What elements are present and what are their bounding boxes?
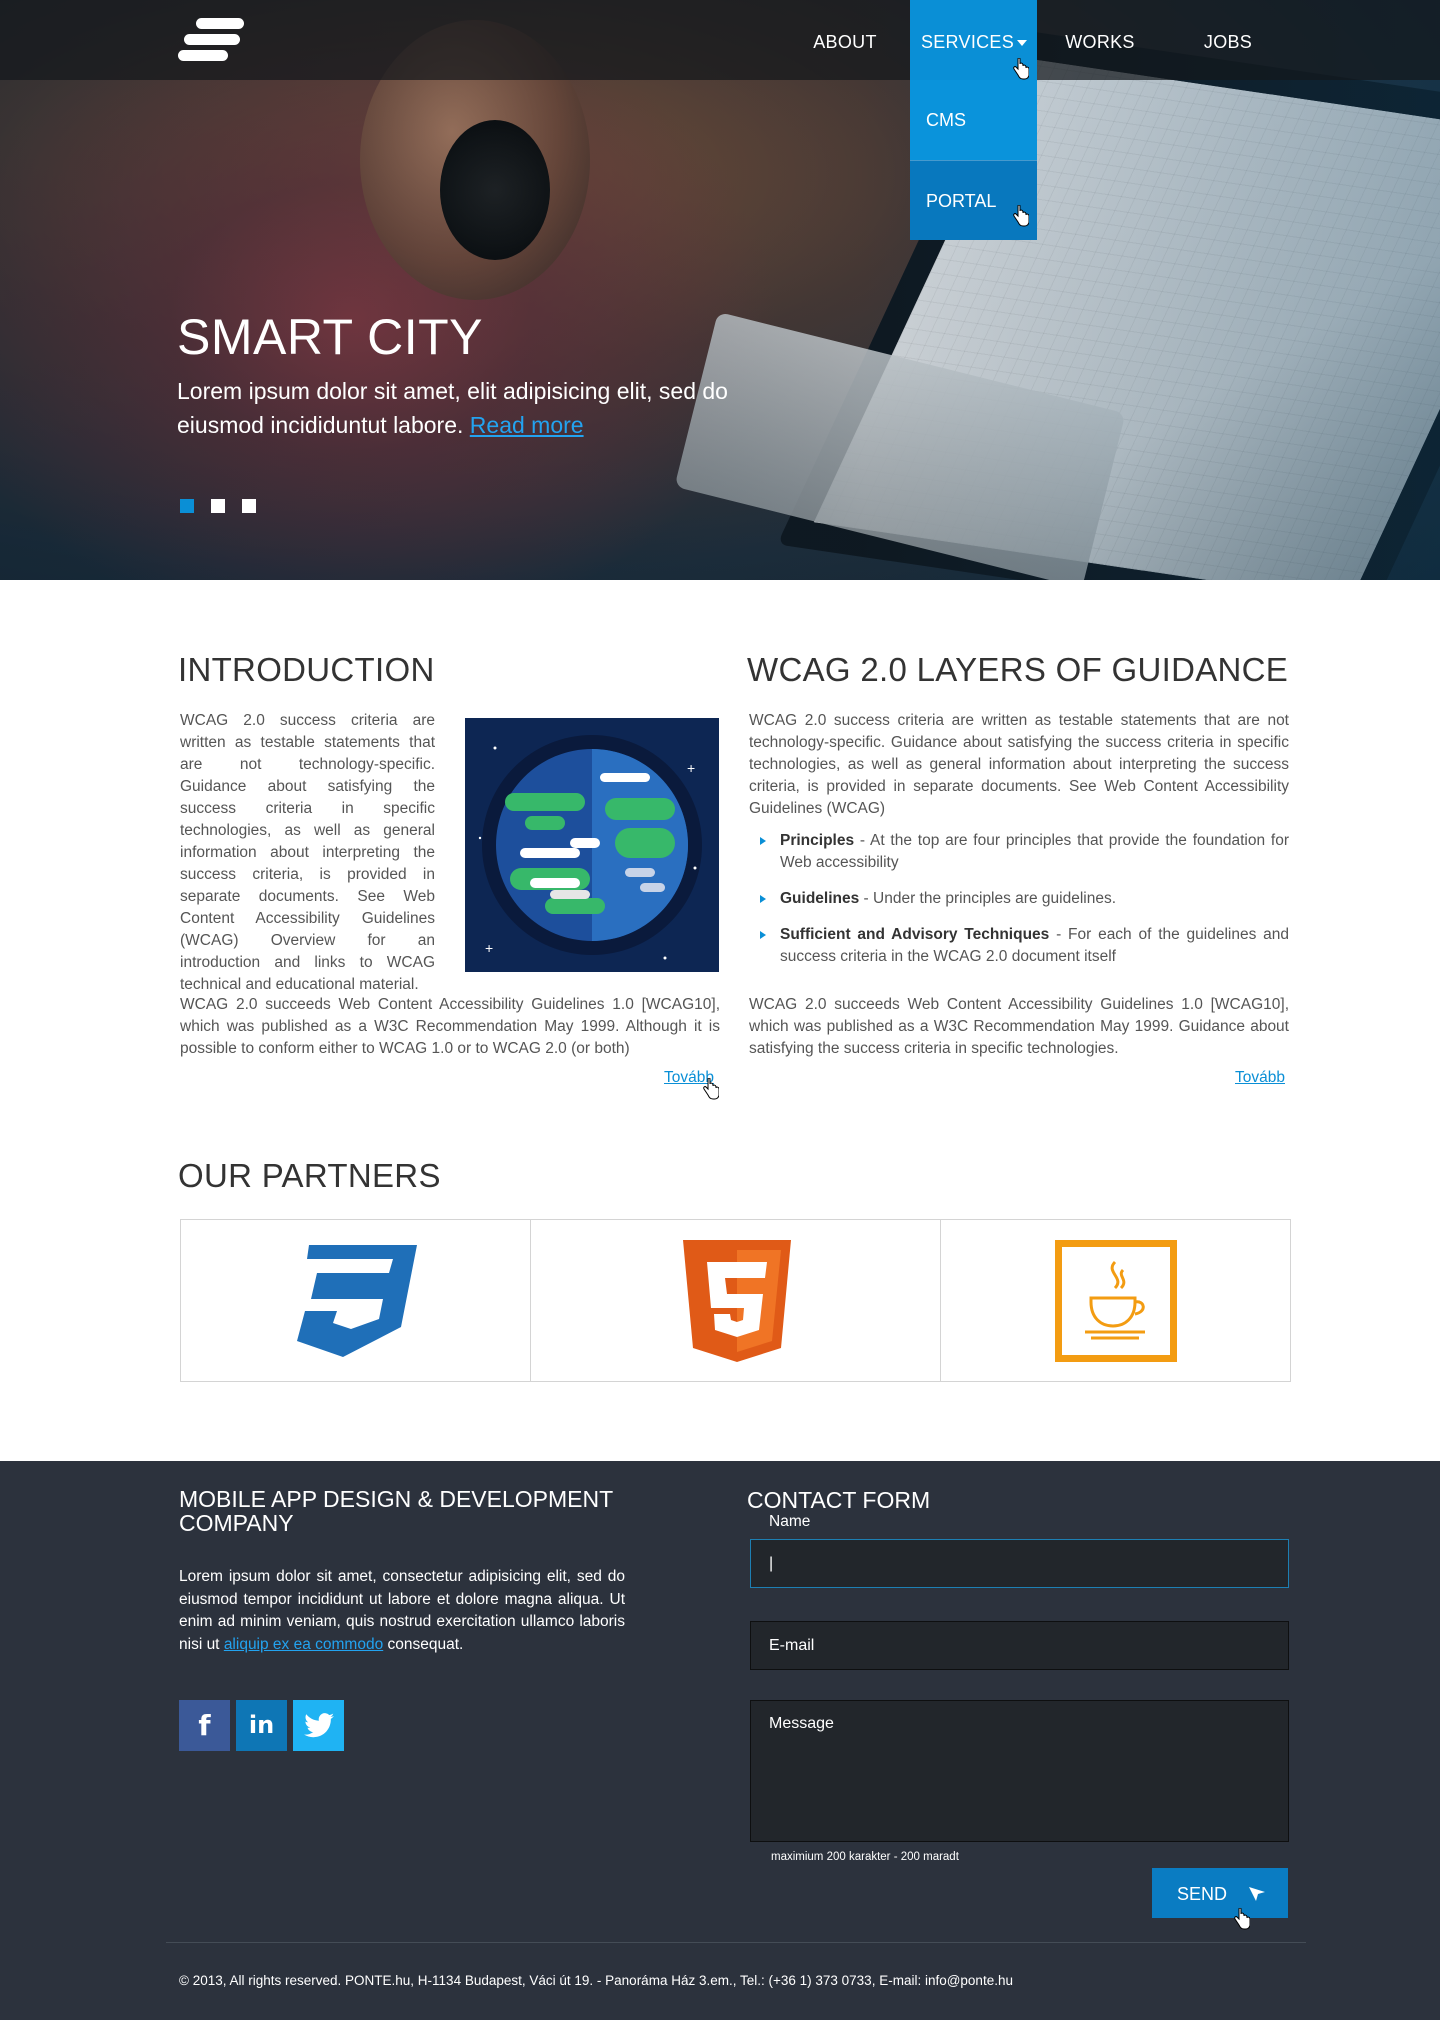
- partners-grid: [180, 1219, 1291, 1382]
- list-item-term: Principles: [780, 832, 855, 849]
- wcag-text-2: WCAG 2.0 succeeds Web Content Accessibil…: [749, 996, 1289, 1057]
- company-text: Lorem ipsum dolor sit amet, consectetur …: [179, 1566, 625, 1656]
- hero-text-body: Lorem ipsum dolor sit amet, elit adipisi…: [177, 378, 728, 438]
- company-link[interactable]: aliquip ex ea commodo: [224, 1636, 383, 1653]
- read-more-link[interactable]: Read more: [470, 412, 584, 438]
- list-item-term: Sufficient and Advisory Techniques: [780, 926, 1050, 943]
- wcag-text: WCAG 2.0 success criteria are written as…: [749, 712, 1289, 817]
- earth-illustration: + +: [465, 718, 719, 972]
- list-item-desc: - At the top are four principles that pr…: [780, 832, 1289, 871]
- list-item: Guidelines - Under the principles are gu…: [749, 888, 1289, 910]
- list-item: Principles - At the top are four princip…: [749, 830, 1289, 874]
- character-counter: maximium 200 karakter - 200 maradt: [771, 1851, 959, 1863]
- company-title: MOBILE APP DESIGN & DEVELOPMENT COMPANY: [179, 1486, 613, 1536]
- hero-text: Lorem ipsum dolor sit amet, elit adipisi…: [177, 374, 737, 442]
- name-label: Name: [769, 1513, 811, 1530]
- linkedin-icon: in: [248, 1711, 275, 1739]
- contact-form-title: CONTACT FORM: [747, 1487, 931, 1513]
- send-button[interactable]: SEND: [1152, 1868, 1288, 1918]
- bullet-triangle-icon: [760, 837, 766, 845]
- twitter-button[interactable]: [293, 1700, 344, 1751]
- html5-logo-icon: [683, 1240, 791, 1362]
- top-navbar: ABOUT SERVICES WORKS JOBS: [0, 0, 1440, 80]
- css3-logo-icon: [297, 1245, 417, 1357]
- wcag-more-link[interactable]: Tovább: [1235, 1069, 1285, 1087]
- message-textarea[interactable]: Message: [750, 1700, 1289, 1842]
- caret-down-icon: [1017, 40, 1027, 46]
- hand-cursor-icon: [1234, 1908, 1250, 1930]
- bullet-triangle-icon: [760, 895, 766, 903]
- dropdown-item-cms[interactable]: CMS: [910, 80, 1037, 160]
- logo[interactable]: [178, 18, 244, 62]
- nav-item-jobs[interactable]: JOBS: [1190, 0, 1266, 80]
- twitter-icon: [304, 1713, 334, 1738]
- dropdown-item-portal[interactable]: PORTAL: [910, 160, 1037, 240]
- partner-cell-java[interactable]: [941, 1220, 1291, 1381]
- partner-cell-css3[interactable]: [181, 1220, 531, 1381]
- nav-item-services-label: SERVICES: [920, 32, 1015, 52]
- name-input[interactable]: |: [750, 1539, 1289, 1588]
- hand-cursor-icon: [1013, 58, 1029, 80]
- facebook-icon: f: [198, 1709, 211, 1742]
- hand-cursor-icon: [1013, 205, 1029, 227]
- nav-item-about[interactable]: ABOUT: [800, 0, 890, 80]
- java-logo-icon: [1055, 1240, 1177, 1362]
- company-text-end: consequat.: [383, 1635, 464, 1653]
- partners-heading: OUR PARTNERS: [178, 1157, 441, 1194]
- facebook-button[interactable]: f: [179, 1700, 230, 1751]
- partner-cell-html5[interactable]: [531, 1220, 941, 1381]
- slider-dot-2[interactable]: [211, 499, 225, 513]
- slider-dot-3[interactable]: [242, 499, 256, 513]
- list-item-desc: - Under the principles are guidelines.: [859, 890, 1116, 907]
- linkedin-button[interactable]: in: [236, 1700, 287, 1751]
- email-input[interactable]: E-mail: [750, 1621, 1289, 1670]
- wcag-heading: WCAG 2.0 LAYERS OF GUIDANCE: [747, 651, 1289, 688]
- hero-title: SMART CITY: [177, 309, 483, 365]
- wcag-list: Principles - At the top are four princip…: [749, 830, 1289, 982]
- nav-item-works[interactable]: WORKS: [1060, 0, 1140, 80]
- hero-slider: SMART CITY Lorem ipsum dolor sit amet, e…: [0, 0, 1440, 580]
- footer-divider: [166, 1942, 1306, 1943]
- introduction-text-2: WCAG 2.0 succeeds Web Content Accessibil…: [180, 996, 720, 1057]
- svg-text:+: +: [485, 940, 493, 956]
- list-item-term: Guidelines: [780, 890, 860, 907]
- bullet-triangle-icon: [760, 931, 766, 939]
- send-arrow-icon: [1249, 1887, 1265, 1901]
- slider-dot-1[interactable]: [180, 499, 194, 513]
- hero-overlay: [0, 0, 1440, 580]
- list-item: Sufficient and Advisory Techniques - For…: [749, 924, 1289, 968]
- copyright-text: © 2013, All rights reserved. PONTE.hu, H…: [179, 1973, 1013, 1988]
- hand-cursor-icon: [703, 1078, 719, 1100]
- introduction-text: WCAG 2.0 success criteria are written as…: [180, 712, 435, 993]
- introduction-heading: INTRODUCTION: [178, 651, 435, 688]
- send-button-label: SEND: [1177, 1884, 1228, 1904]
- svg-text:+: +: [687, 760, 695, 776]
